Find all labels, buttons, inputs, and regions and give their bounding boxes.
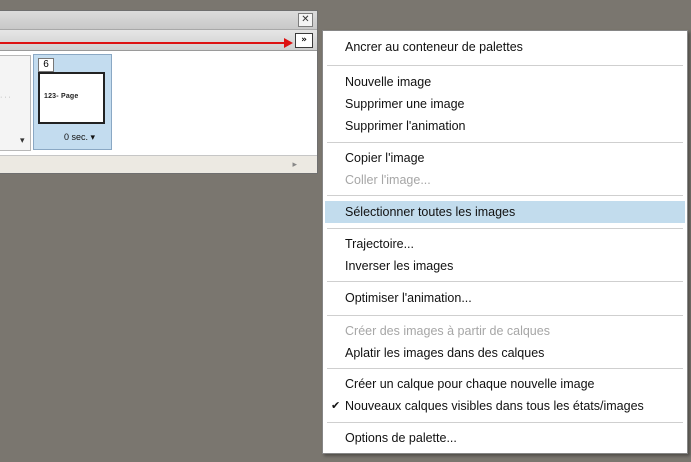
palette-footer: ▸: [0, 155, 317, 173]
frame-thumbnail[interactable]: 123- Page: [38, 72, 105, 124]
menu-item-make-frames-from-layers: Créer des images à partir de calques: [345, 324, 550, 338]
frame-thumbnail: · · ·: [0, 94, 11, 101]
menu-item-palette-options[interactable]: Options de palette...: [325, 427, 685, 449]
close-icon[interactable]: ✕: [298, 13, 313, 27]
menu-separator: [327, 195, 683, 196]
menu-item-new-layers-visible[interactable]: ✔ Nouveaux calques visibles dans tous le…: [325, 395, 685, 417]
checkmark-icon: ✔: [331, 400, 341, 412]
menu-item-new-layer-per-frame[interactable]: Créer un calque pour chaque nouvelle ima…: [325, 373, 685, 395]
menu-item-new-frame[interactable]: Nouvelle image: [325, 71, 685, 93]
menu-item-delete-frame[interactable]: Supprimer une image: [325, 93, 685, 115]
frame-selected[interactable]: 6 123- Page 0 sec. ▾: [33, 54, 112, 150]
menu-separator: [327, 142, 683, 143]
menu-item-optimize-animation[interactable]: Optimiser l'animation...: [325, 287, 685, 309]
frame-partial[interactable]: · · · ▾: [0, 55, 31, 151]
frame-thumbnail-text: 123- Page: [44, 93, 79, 100]
menu-item-delete-animation[interactable]: Supprimer l'animation: [325, 115, 685, 137]
menu-item-label: Nouveaux calques visibles dans tous les …: [345, 399, 644, 413]
menu-item-dock[interactable]: Ancrer au conteneur de palettes: [325, 36, 685, 58]
menu-separator: [327, 315, 683, 316]
palette-titlebar[interactable]: ✕: [0, 11, 317, 30]
menu-item-select-all-frames[interactable]: Sélectionner toutes les images: [325, 201, 685, 223]
frame-delay-dropdown[interactable]: ▾: [20, 135, 25, 146]
menu-item-tween[interactable]: Trajectoire...: [325, 233, 685, 255]
menu-item-reverse-frames[interactable]: Inverser les images: [325, 255, 685, 277]
palette-context-menu: Ancrer au conteneur de palettes Nouvelle…: [322, 30, 688, 454]
frames-area: · · · ▾ 6 123- Page 0 sec. ▾: [0, 51, 317, 157]
menu-separator: [327, 228, 683, 229]
frame-delay-dropdown[interactable]: 0 sec. ▾: [64, 132, 95, 143]
scroll-right-icon[interactable]: ▸: [292, 159, 297, 170]
annotation-arrow-head-icon: [284, 38, 293, 48]
frame-number: 6: [38, 58, 54, 72]
palette-menu-button[interactable]: »: [295, 33, 313, 48]
menu-item-flatten-frames[interactable]: Aplatir les images dans des calques: [325, 342, 685, 364]
menu-separator: [327, 65, 683, 66]
menu-item-paste-frame: Coller l'image...: [345, 173, 431, 187]
menu-separator: [327, 422, 683, 423]
palette-toolbar: »: [0, 30, 317, 51]
menu-item-copy-frame[interactable]: Copier l'image: [325, 147, 685, 169]
animation-palette: ✕ » · · · ▾ 6 123- Page 0 sec. ▾ ▸: [0, 10, 318, 174]
menu-separator: [327, 368, 683, 369]
menu-separator: [327, 281, 683, 282]
annotation-arrow-line: [0, 42, 286, 44]
